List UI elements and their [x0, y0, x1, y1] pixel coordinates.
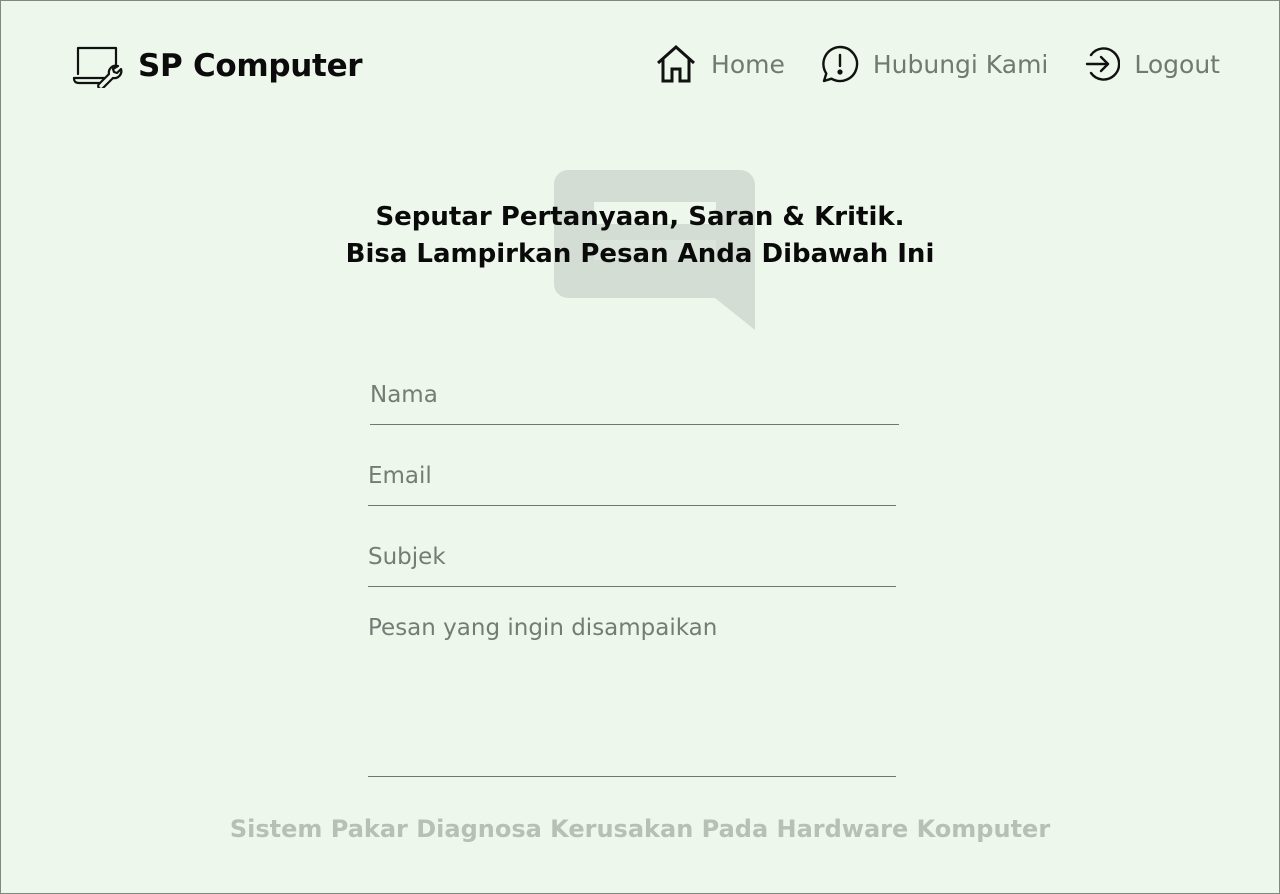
heading-line-1: Seputar Pertanyaan, Saran & Kritik.	[375, 202, 905, 232]
nav-logout[interactable]: Logout	[1084, 46, 1220, 82]
footer-text: Sistem Pakar Diagnosa Kerusakan Pada Har…	[229, 815, 1051, 843]
laptop-wrench-icon	[72, 44, 124, 88]
nav-home[interactable]: Home	[655, 44, 785, 84]
logout-icon	[1084, 46, 1121, 82]
nama-input[interactable]	[370, 366, 899, 425]
brand-logo-link[interactable]: SP Computer	[72, 44, 363, 88]
nav-hubungi-kami-label: Hubungi Kami	[872, 49, 1049, 79]
email-input[interactable]	[368, 447, 896, 506]
home-icon	[655, 44, 697, 84]
pesan-textarea[interactable]	[368, 614, 896, 777]
contact-heading: Seputar Pertanyaan, Saran & Kritik. Bisa…	[0, 199, 1280, 273]
subjek-input[interactable]	[368, 528, 896, 587]
top-nav: Home Hubungi Kami Logout	[655, 44, 1220, 84]
heading-line-2: Bisa Lampirkan Pesan Anda Dibawah Ini	[345, 239, 935, 269]
nav-logout-label: Logout	[1134, 49, 1220, 79]
nav-home-label: Home	[711, 49, 785, 79]
brand-name: SP Computer	[138, 48, 363, 84]
nav-hubungi-kami[interactable]: Hubungi Kami	[821, 45, 1049, 83]
alert-message-icon	[821, 45, 859, 83]
